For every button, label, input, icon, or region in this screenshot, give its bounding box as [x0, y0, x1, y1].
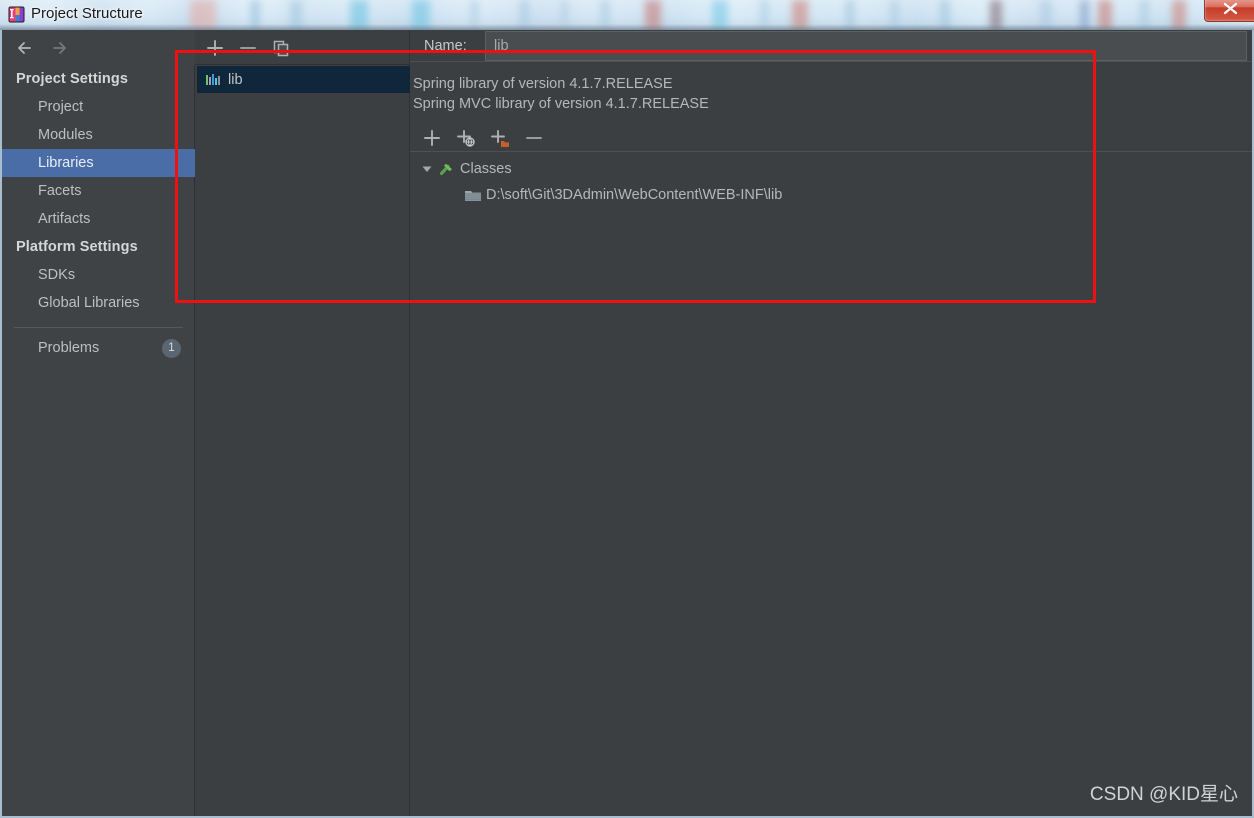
- list-item-label: lib: [228, 71, 243, 88]
- sidebar-item-facets[interactable]: Facets: [2, 177, 195, 205]
- name-label-post: e:: [454, 37, 467, 54]
- compile-hammer-icon: [436, 160, 458, 178]
- name-label-pre: Na: [424, 37, 443, 54]
- window-title-bar: Project Structure: [0, 0, 1254, 30]
- sidebar-nav-toolbar: [2, 30, 195, 65]
- remove-library-button[interactable]: [237, 37, 259, 59]
- arrow-left-icon[interactable]: [14, 38, 36, 58]
- add-root-button[interactable]: [420, 127, 444, 149]
- problems-count-badge: 1: [162, 339, 181, 358]
- add-library-button[interactable]: [204, 37, 226, 59]
- sidebar-item-modules[interactable]: Modules: [2, 121, 195, 149]
- library-roots-toolbar: [410, 124, 1252, 152]
- settings-sidebar: Project Settings Project Modules Librari…: [2, 30, 197, 816]
- library-description: Spring library of version 4.1.7.RELEASE …: [413, 74, 1233, 114]
- libraries-list-panel: lib: [195, 30, 410, 816]
- name-label-mnemonic: m: [442, 37, 455, 54]
- tree-row-label: D:\soft\Git\3DAdmin\WebContent\WEB-INF\l…: [486, 187, 783, 203]
- sidebar-item-artifacts[interactable]: Artifacts: [2, 205, 195, 233]
- sidebar-item-global-libraries[interactable]: Global Libraries: [2, 289, 195, 317]
- attach-directory-button[interactable]: [488, 127, 512, 149]
- remove-root-button[interactable]: [522, 127, 546, 149]
- library-editor-panel: Name: Spring library of version 4.1.7.RE…: [410, 30, 1252, 816]
- library-items: lib: [197, 66, 410, 93]
- list-item[interactable]: lib: [197, 66, 410, 93]
- window-title: Project Structure: [31, 5, 143, 22]
- library-name-input[interactable]: [485, 30, 1247, 61]
- intellij-idea-icon: [8, 6, 25, 23]
- tree-row-label: Classes: [460, 161, 512, 177]
- attach-classes-button[interactable]: [454, 127, 478, 149]
- archive-folder-icon: [462, 187, 484, 203]
- sidebar-divider: [14, 327, 183, 328]
- tree-row[interactable]: Classes: [410, 156, 1252, 182]
- project-structure-dialog: Project Settings Project Modules Librari…: [0, 30, 1254, 818]
- arrow-right-icon[interactable]: [48, 38, 70, 58]
- description-line-2: Spring MVC library of version 4.1.7.RELE…: [413, 96, 709, 112]
- sidebar-item-libraries[interactable]: Libraries: [2, 149, 197, 177]
- close-window-button[interactable]: [1204, 0, 1254, 22]
- watermark-text: CSDN @KID星心: [1089, 784, 1238, 805]
- sidebar-item-problems[interactable]: Problems 1: [2, 334, 195, 362]
- libraries-toolbar: [195, 30, 410, 65]
- sidebar-group-project-settings: Project Settings: [16, 71, 128, 87]
- sidebar-item-sdks[interactable]: SDKs: [2, 261, 195, 289]
- sidebar-item-list: Project Settings Project Modules Librari…: [2, 65, 197, 362]
- sidebar-group-platform-settings: Platform Settings: [16, 239, 138, 255]
- sidebar-item-problems-label: Problems: [38, 340, 100, 356]
- description-line-1: Spring library of version 4.1.7.RELEASE: [413, 76, 673, 92]
- chevron-down-icon[interactable]: [418, 163, 436, 175]
- library-name-label: Name:: [410, 38, 485, 54]
- sidebar-item-project[interactable]: Project: [2, 93, 195, 121]
- library-roots-tree: Classes D:\soft\Git\3DAdmin\WebContent\W…: [410, 156, 1252, 208]
- tree-row[interactable]: D:\soft\Git\3DAdmin\WebContent\WEB-INF\l…: [410, 182, 1252, 208]
- library-icon: [205, 72, 221, 88]
- library-name-row: Name:: [410, 30, 1252, 62]
- copy-library-button[interactable]: [270, 37, 292, 59]
